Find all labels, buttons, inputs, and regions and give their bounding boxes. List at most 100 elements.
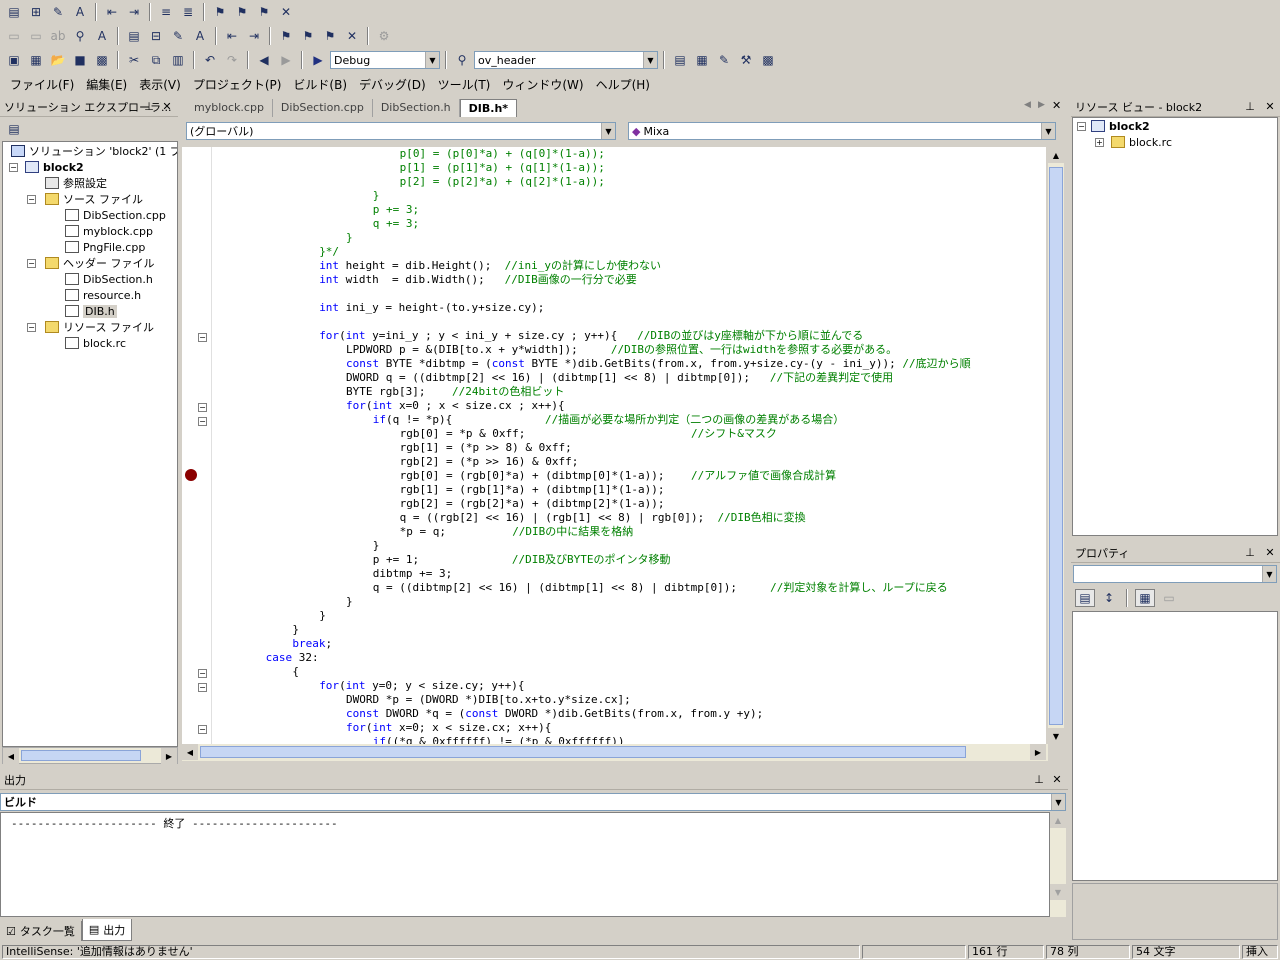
find-in-files-icon[interactable]: ⚲	[452, 51, 472, 69]
code-line[interactable]: }	[373, 539, 380, 553]
scroll-right-icon[interactable]: ▶	[1030, 744, 1046, 760]
scope-combo[interactable]: (グローバル) ▼	[186, 122, 616, 140]
config-combo[interactable]: Debug ▼	[330, 51, 440, 69]
code-line[interactable]: {	[292, 665, 299, 679]
code-line[interactable]: }	[373, 189, 380, 203]
save-all-icon[interactable]: ▩	[92, 51, 112, 69]
close-icon[interactable]: ✕	[1050, 772, 1064, 786]
code-line[interactable]: p += 1; //DIB及びBYTEのポインタ移動	[373, 553, 671, 567]
code-line[interactable]: int ini_y = height-(to.y+size.cy);	[319, 301, 544, 315]
close-icon[interactable]: ✕	[1263, 545, 1277, 559]
tree-node-resource-files[interactable]: リソース ファイル	[45, 319, 154, 335]
tab-dib-h[interactable]: DIB.h*	[459, 99, 518, 117]
menu-debug[interactable]: デバッグ(D)	[353, 76, 432, 93]
scroll-up-icon[interactable]: ▲	[1048, 147, 1064, 163]
code-line[interactable]: p[1] = (p[1]*a) + (q[1]*(1-a));	[400, 161, 605, 175]
tree-node-file-selected[interactable]: DIB.h	[65, 303, 117, 319]
tab-task-list[interactable]: ☑ タスク一覧	[0, 921, 82, 941]
output-vscroll[interactable]: ▲ ▼	[1050, 812, 1066, 917]
breakpoint-icon[interactable]	[185, 469, 197, 481]
tree-node-references[interactable]: 参照設定	[45, 175, 107, 191]
find-icon[interactable]: ⚲	[70, 27, 90, 45]
tree-node-header-files[interactable]: ヘッダー ファイル	[45, 255, 155, 271]
code-line[interactable]: q = ((dibtmp[2] << 16) | (dibtmp[1] << 8…	[373, 581, 948, 595]
code-line[interactable]: }	[319, 609, 326, 623]
tree-node-source-files[interactable]: ソース ファイル	[45, 191, 143, 207]
indent-icon[interactable]: ⇤	[102, 3, 122, 21]
output-pane-combo[interactable]: ビルド ▼	[0, 793, 1066, 811]
scroll-down-icon[interactable]: ▼	[1050, 884, 1066, 900]
start-debug-icon[interactable]: ▶	[308, 51, 328, 69]
outdent-icon[interactable]: ⇥	[124, 3, 144, 21]
close-icon[interactable]: ✕	[1052, 99, 1061, 112]
scroll-thumb[interactable]	[200, 746, 966, 758]
scroll-down-icon[interactable]: ▼	[1048, 728, 1064, 744]
comment-icon[interactable]: ≡	[156, 3, 176, 21]
project-combo[interactable]: ov_header ▼	[474, 51, 658, 69]
code-line[interactable]: q += 3;	[373, 217, 419, 231]
tree-node-file[interactable]: block.rc	[65, 335, 126, 351]
copy-icon[interactable]: ⧉	[146, 51, 166, 69]
code-line[interactable]: case 32:	[266, 651, 319, 665]
resource-node-rc[interactable]: block.rc	[1111, 134, 1172, 150]
nav-forward-icon[interactable]: ▶	[276, 51, 296, 69]
code-line[interactable]: int width = dib.Width(); //DIB画像の一行分で必要	[319, 273, 637, 287]
code-line[interactable]: LPDWORD p = &(DIB[to.x + y*width]); //DI…	[346, 343, 897, 357]
code-line[interactable]: break;	[292, 637, 332, 651]
fold-icon[interactable]: −	[198, 333, 207, 342]
resource-node-root[interactable]: block2	[1091, 118, 1150, 134]
new-file-icon[interactable]: ▭	[4, 27, 24, 45]
new-project-icon[interactable]: ▣	[4, 51, 24, 69]
code-line[interactable]: if((*q & 0xffffff) != (*p & 0xffffff))	[373, 735, 625, 744]
tree-icon[interactable]: ⊟	[146, 27, 166, 45]
code-line[interactable]: rgb[0] = (rgb[0]*a) + (dibtmp[0]*(1-a));…	[400, 469, 837, 483]
collapse-icon[interactable]: −	[9, 163, 18, 172]
scroll-left-icon[interactable]: ◀	[3, 748, 19, 764]
pin-icon[interactable]: ⊥	[1243, 99, 1257, 113]
flag-clear-icon[interactable]: ✕	[342, 27, 362, 45]
tree-node-file[interactable]: PngFile.cpp	[65, 239, 145, 255]
code-line[interactable]: p[0] = (p[0]*a) + (q[0]*(1-a));	[400, 147, 605, 161]
editor-vscroll[interactable]: ▲ ▼	[1048, 147, 1064, 744]
menu-view[interactable]: 表示(V)	[133, 76, 187, 93]
properties-icon[interactable]: ▦	[692, 51, 712, 69]
toolbox-icon[interactable]: ✎	[714, 51, 734, 69]
next-bookmark-icon[interactable]: ⚑	[232, 3, 252, 21]
code-line[interactable]: const BYTE *dibtmp = (const BYTE *)dib.G…	[346, 357, 971, 371]
open-icon[interactable]: 📂	[48, 51, 68, 69]
code-line[interactable]: DWORD q = ((dibtmp[2] << 16) | (dibtmp[1…	[346, 371, 893, 385]
menu-project[interactable]: プロジェクト(P)	[187, 76, 288, 93]
class-view-icon[interactable]: ▤	[4, 3, 24, 21]
tab-dibsection-cpp[interactable]: DibSection.cpp	[273, 99, 373, 117]
fold-icon[interactable]: −	[198, 669, 207, 678]
tree-node-solution[interactable]: ソリューション 'block2' (1 プロジ	[11, 143, 177, 159]
expand-icon[interactable]: +	[1095, 138, 1104, 147]
paste-icon[interactable]: ▥	[168, 51, 188, 69]
font-icon[interactable]: A	[190, 27, 210, 45]
alphabetical-icon[interactable]: ↕	[1099, 589, 1119, 607]
font-size-icon[interactable]: A	[70, 3, 90, 21]
menu-tools[interactable]: ツール(T)	[432, 76, 497, 93]
edit-icon[interactable]: ✎	[48, 3, 68, 21]
replace-icon[interactable]: ab	[48, 27, 68, 45]
menu-window[interactable]: ウィンドウ(W)	[496, 76, 589, 93]
code-line[interactable]: rgb[2] = (rgb[2]*a) + (dibtmp[2]*(1-a));	[400, 497, 665, 511]
scroll-thumb[interactable]	[21, 750, 141, 761]
tree-node-file[interactable]: DibSection.cpp	[65, 207, 166, 223]
code-line[interactable]: rgb[2] = (*p >> 16) & 0xff;	[400, 455, 579, 469]
solution-explorer-icon[interactable]: ▤	[670, 51, 690, 69]
class-view-icon[interactable]: ▩	[758, 51, 778, 69]
code-line[interactable]: rgb[1] = (rgb[1]*a) + (dibtmp[1]*(1-a));	[400, 483, 665, 497]
collapse-icon[interactable]: −	[27, 259, 36, 268]
code-line[interactable]: }	[346, 231, 353, 245]
tab-myblock-cpp[interactable]: myblock.cpp	[186, 99, 273, 117]
save-icon[interactable]: ■	[70, 51, 90, 69]
code-line[interactable]: }	[292, 623, 299, 637]
close-icon[interactable]: ✕	[160, 99, 174, 113]
property-pages-icon[interactable]: ▭	[1159, 589, 1179, 607]
code-line[interactable]: for(int y=0; y < size.cy; y++){	[319, 679, 524, 693]
fold-icon[interactable]: −	[198, 683, 207, 692]
scroll-left-icon[interactable]: ◀	[182, 744, 198, 760]
editor-hscroll[interactable]: ◀ ▶	[182, 744, 1048, 761]
flag3-icon[interactable]: ⚑	[320, 27, 340, 45]
